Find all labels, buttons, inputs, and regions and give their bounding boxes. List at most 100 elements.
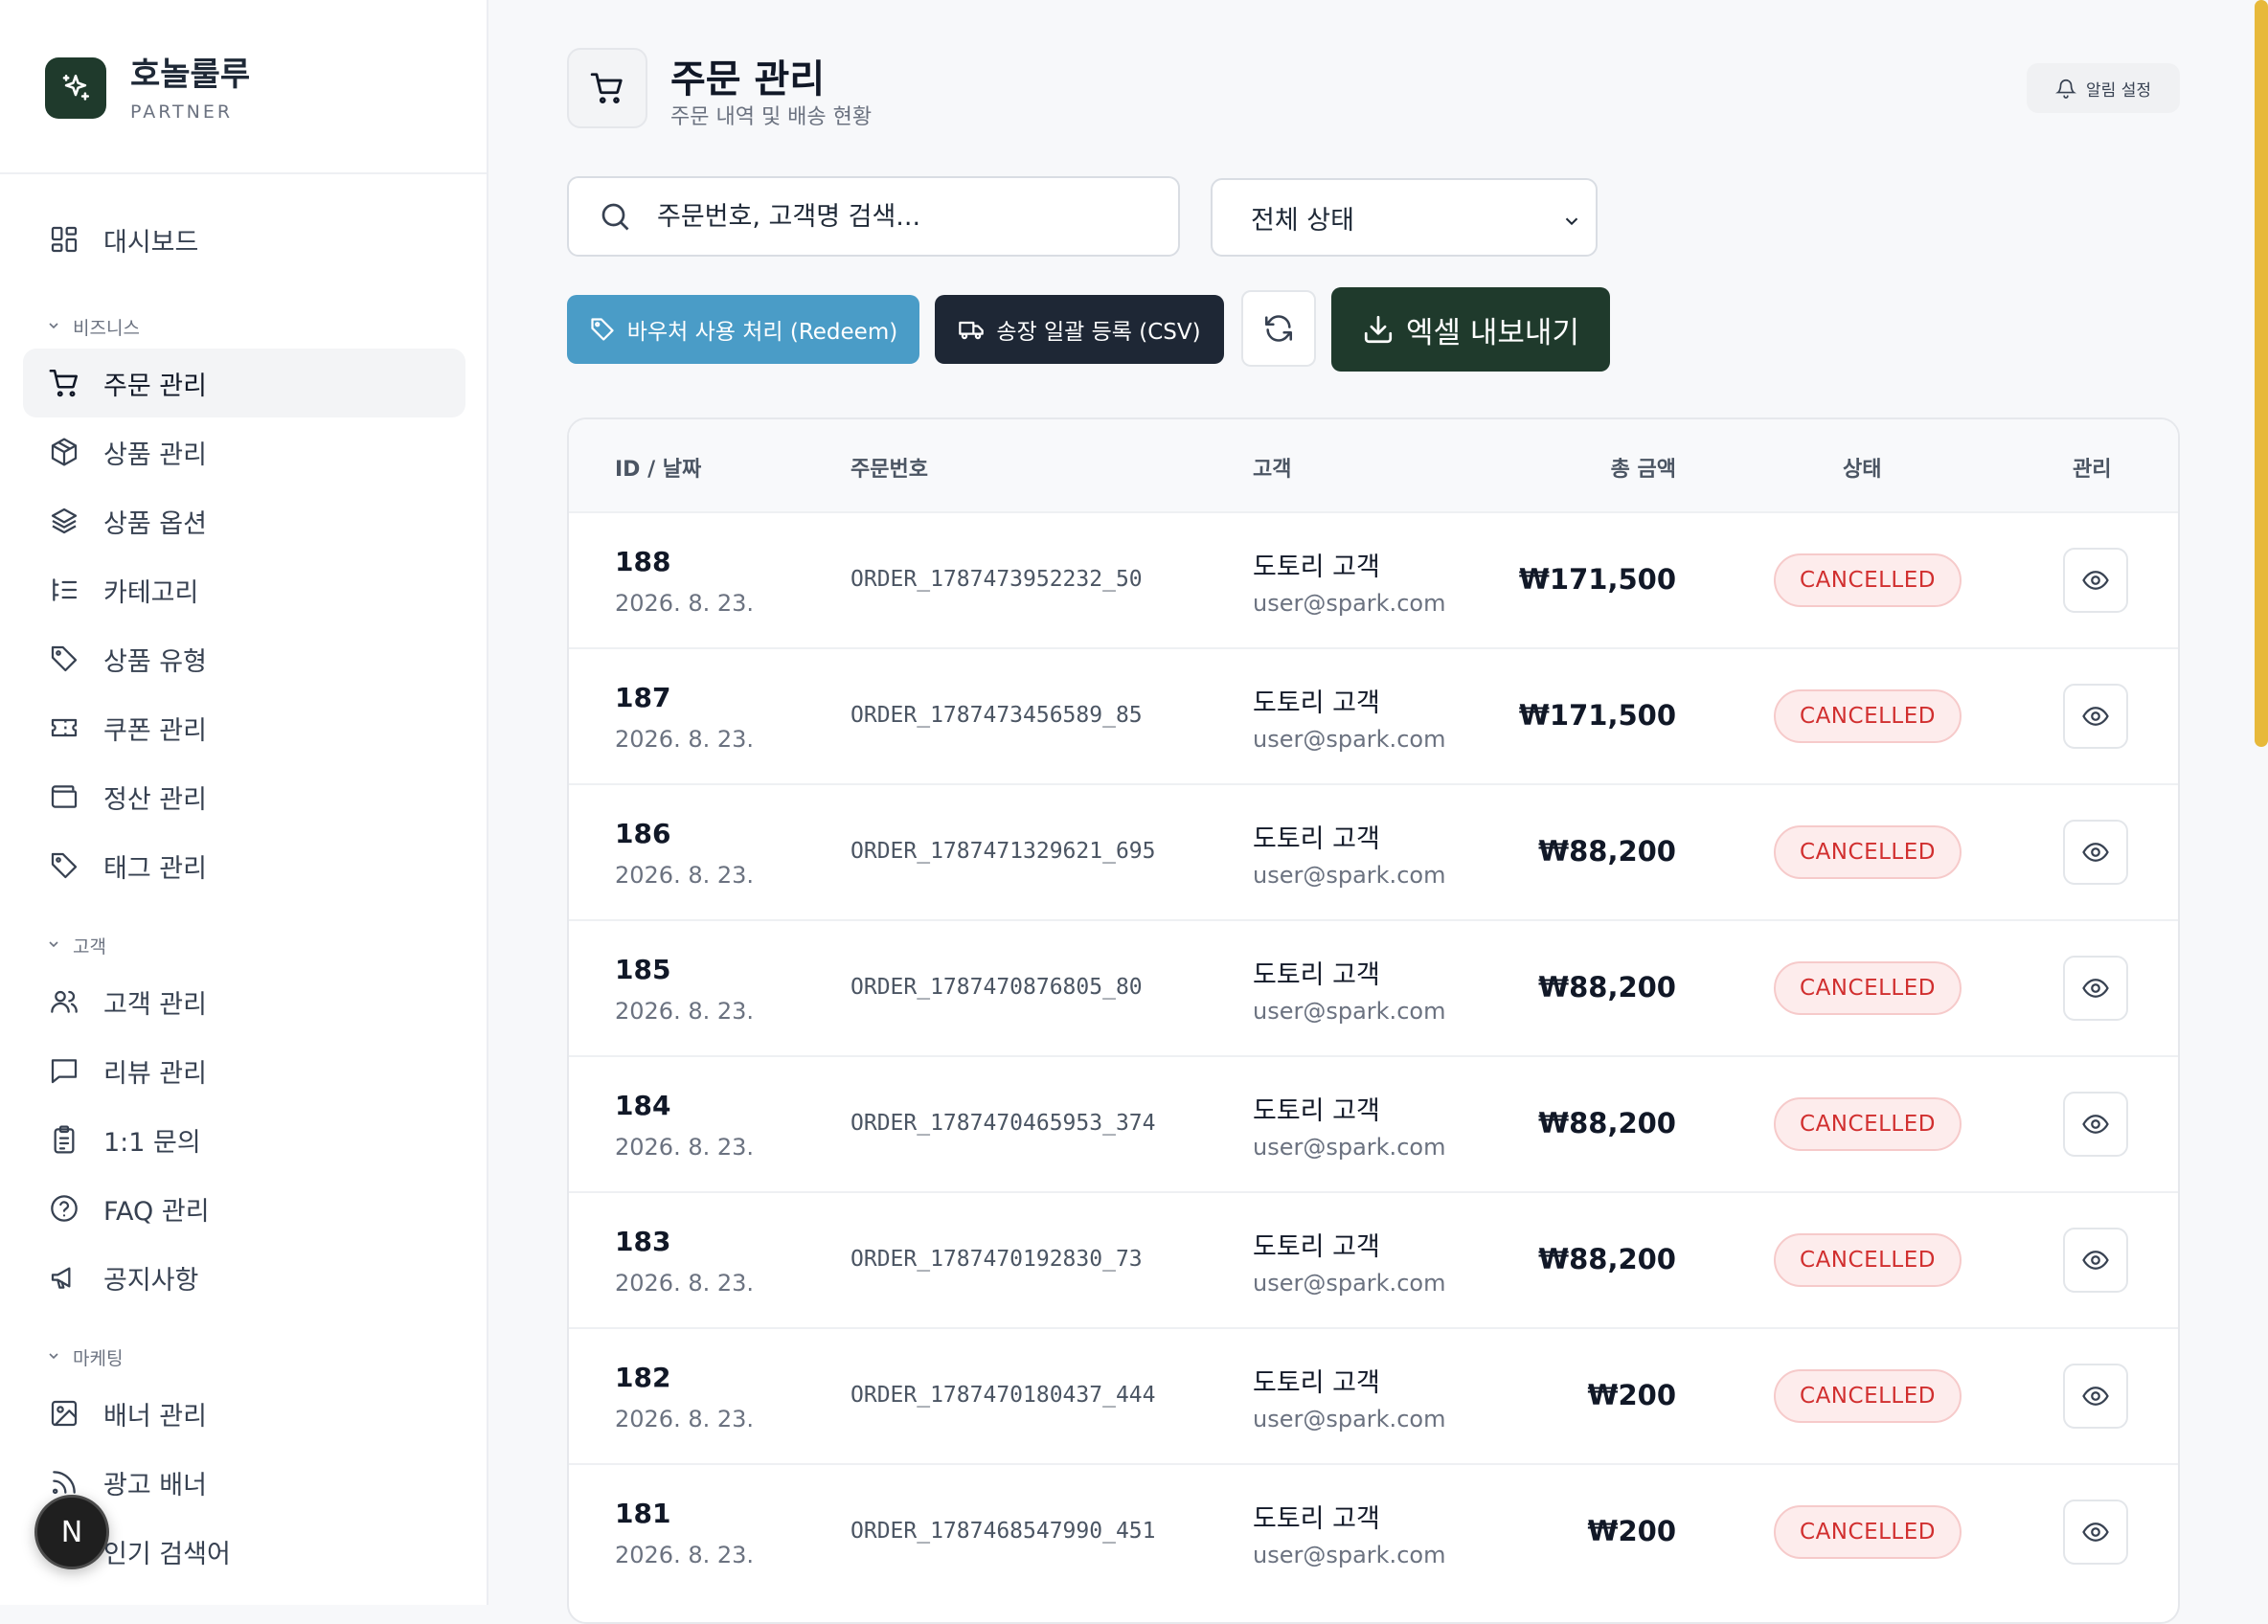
status-badge: CANCELLED	[1774, 1505, 1962, 1559]
table-row[interactable]: 182 2026. 8. 23. ORDER_1787470180437_444 도토…	[569, 1327, 2178, 1465]
chevron-down-icon	[46, 317, 61, 338]
brand-name: 호놀룰루	[130, 56, 251, 94]
sidebar-item-products[interactable]: 상품 관리	[23, 417, 465, 486]
sidebar-item-customers[interactable]: 고객 관리	[23, 967, 465, 1036]
sidebar-item-label: 광고 배너	[103, 1470, 207, 1500]
order-id: 186	[615, 818, 671, 849]
image-icon	[46, 1395, 82, 1432]
table-row[interactable]: 184 2026. 8. 23. ORDER_1787470465953_374 도토…	[569, 1055, 2178, 1193]
column-customer[interactable]: 고객	[1253, 452, 1291, 483]
column-id-date[interactable]: ID / 날짜	[615, 452, 701, 483]
order-number: ORDER_1787470876805_80	[850, 975, 1143, 1000]
sidebar-item-inquiries[interactable]: 1:1 문의	[23, 1105, 465, 1174]
eye-icon	[2081, 566, 2110, 595]
view-order-button[interactable]	[2063, 820, 2128, 885]
total-amount: ₩88,200	[1538, 971, 1676, 1004]
page-scrollbar[interactable]	[2255, 0, 2268, 747]
section-customers[interactable]: 고객	[46, 933, 106, 959]
message-icon	[46, 1052, 82, 1089]
sidebar-item-label: 인기 검색어	[103, 1539, 231, 1569]
order-number: ORDER_1787470192830_73	[850, 1247, 1143, 1272]
column-manage: 관리	[2073, 458, 2112, 482]
section-title: 고객	[73, 936, 106, 958]
sidebar-item-faq[interactable]: FAQ 관리	[23, 1174, 465, 1243]
redeem-voucher-button[interactable]: 바우처 사용 처리 (Redeem)	[567, 295, 919, 364]
sidebar-item-orders[interactable]: 주문 관리	[23, 349, 465, 417]
table-row[interactable]: 186 2026. 8. 23. ORDER_1787471329621_695 도토…	[569, 783, 2178, 921]
section-business[interactable]: 비즈니스	[46, 314, 140, 340]
page-subtitle: 주문 내역 및 배송 현황	[670, 105, 873, 129]
sidebar-item-reviews[interactable]: 리뷰 관리	[23, 1036, 465, 1105]
dev-tools-badge[interactable]: N	[34, 1495, 109, 1569]
column-status[interactable]: 상태	[1843, 452, 1881, 483]
cart-icon	[46, 365, 82, 401]
order-number: ORDER_1787470465953_374	[850, 1111, 1156, 1136]
column-order-number[interactable]: 주문번호	[850, 452, 928, 483]
view-order-button[interactable]	[2063, 1092, 2128, 1157]
sidebar-item-categories[interactable]: 카테고리	[23, 555, 465, 624]
sidebar-item-label: 쿠폰 관리	[103, 715, 207, 746]
status-badge: CANCELLED	[1774, 825, 1962, 879]
customer-email: user@spark.com	[1253, 1406, 1446, 1432]
sidebar-item-coupons[interactable]: 쿠폰 관리	[23, 693, 465, 762]
status-badge: CANCELLED	[1774, 1369, 1962, 1423]
sidebar-item-options[interactable]: 상품 옵션	[23, 486, 465, 555]
search-input[interactable]	[655, 200, 1157, 233]
sidebar-item-label: 카테고리	[103, 577, 199, 608]
order-date: 2026. 8. 23.	[615, 1134, 755, 1161]
section-marketing[interactable]: 마케팅	[46, 1344, 123, 1370]
eye-icon	[2081, 1518, 2110, 1546]
customer-name: 도토리 고객	[1253, 688, 1380, 718]
table-row[interactable]: 183 2026. 8. 23. ORDER_1787470192830_73 도토리…	[569, 1191, 2178, 1329]
sidebar-item-banners[interactable]: 배너 관리	[23, 1379, 465, 1448]
excel-export-button[interactable]: 엑셀 내보내기	[1331, 287, 1610, 372]
view-order-button[interactable]	[2063, 956, 2128, 1021]
order-id: 181	[615, 1498, 671, 1529]
total-amount: ₩171,500	[1518, 699, 1676, 732]
section-title: 마케팅	[73, 1348, 124, 1369]
order-number: ORDER_1787468547990_451	[850, 1519, 1156, 1544]
view-order-button[interactable]	[2063, 548, 2128, 613]
wallet-icon	[46, 778, 82, 815]
orders-table: ID / 날짜 주문번호 고객 총 금액 상태 관리 188 2026. 8. 2…	[567, 417, 2180, 1624]
help-circle-icon	[46, 1190, 82, 1227]
megaphone-icon	[46, 1259, 82, 1296]
order-number: ORDER_1787470180437_444	[850, 1383, 1156, 1408]
sidebar-item-tags[interactable]: 태그 관리	[23, 831, 465, 900]
column-total-amount[interactable]: 총 금액	[1611, 452, 1676, 483]
order-number: ORDER_1787473456589_85	[850, 703, 1143, 728]
view-order-button[interactable]	[2063, 1228, 2128, 1293]
view-order-button[interactable]	[2063, 1500, 2128, 1565]
search-icon	[598, 199, 632, 234]
order-id: 188	[615, 546, 671, 577]
section-title: 비즈니스	[73, 318, 140, 339]
order-number: ORDER_1787473952232_50	[850, 567, 1143, 592]
order-date: 2026. 8. 23.	[615, 1406, 755, 1432]
table-row[interactable]: 185 2026. 8. 23. ORDER_1787470876805_80 도토리…	[569, 919, 2178, 1057]
customer-name: 도토리 고객	[1253, 1096, 1380, 1126]
sparkle-icon	[45, 57, 106, 119]
table-row[interactable]: 188 2026. 8. 23. ORDER_1787473952232_50 도토리…	[569, 511, 2178, 649]
view-order-button[interactable]	[2063, 684, 2128, 749]
search-box[interactable]	[567, 176, 1180, 257]
total-amount: ₩88,200	[1538, 835, 1676, 868]
customer-name: 도토리 고객	[1253, 1368, 1380, 1398]
notification-settings-button[interactable]: 알림 설정	[2027, 63, 2180, 113]
table-row[interactable]: 187 2026. 8. 23. ORDER_1787473456589_85 도토리…	[569, 647, 2178, 785]
sidebar-item-settlement[interactable]: 정산 관리	[23, 762, 465, 831]
bulk-invoice-csv-button[interactable]: 송장 일괄 등록 (CSV)	[935, 295, 1224, 364]
sidebar-item-dashboard[interactable]: 대시보드	[23, 205, 465, 274]
table-row[interactable]: 181 2026. 8. 23. ORDER_1787468547990_451 도토…	[569, 1463, 2178, 1601]
order-date: 2026. 8. 23.	[615, 862, 755, 889]
status-badge: CANCELLED	[1774, 1097, 1962, 1151]
sidebar-item-label: 정산 관리	[103, 784, 207, 815]
status-filter-select[interactable]: 전체 상태	[1211, 178, 1598, 257]
order-id: 187	[615, 682, 671, 713]
customer-name: 도토리 고객	[1253, 824, 1380, 854]
view-order-button[interactable]	[2063, 1364, 2128, 1429]
sidebar-item-product-types[interactable]: 상품 유형	[23, 624, 465, 693]
sidebar-item-notices[interactable]: 공지사항	[23, 1243, 465, 1312]
refresh-button[interactable]	[1241, 290, 1316, 367]
download-icon	[1364, 315, 1393, 344]
order-date: 2026. 8. 23.	[615, 1270, 755, 1297]
